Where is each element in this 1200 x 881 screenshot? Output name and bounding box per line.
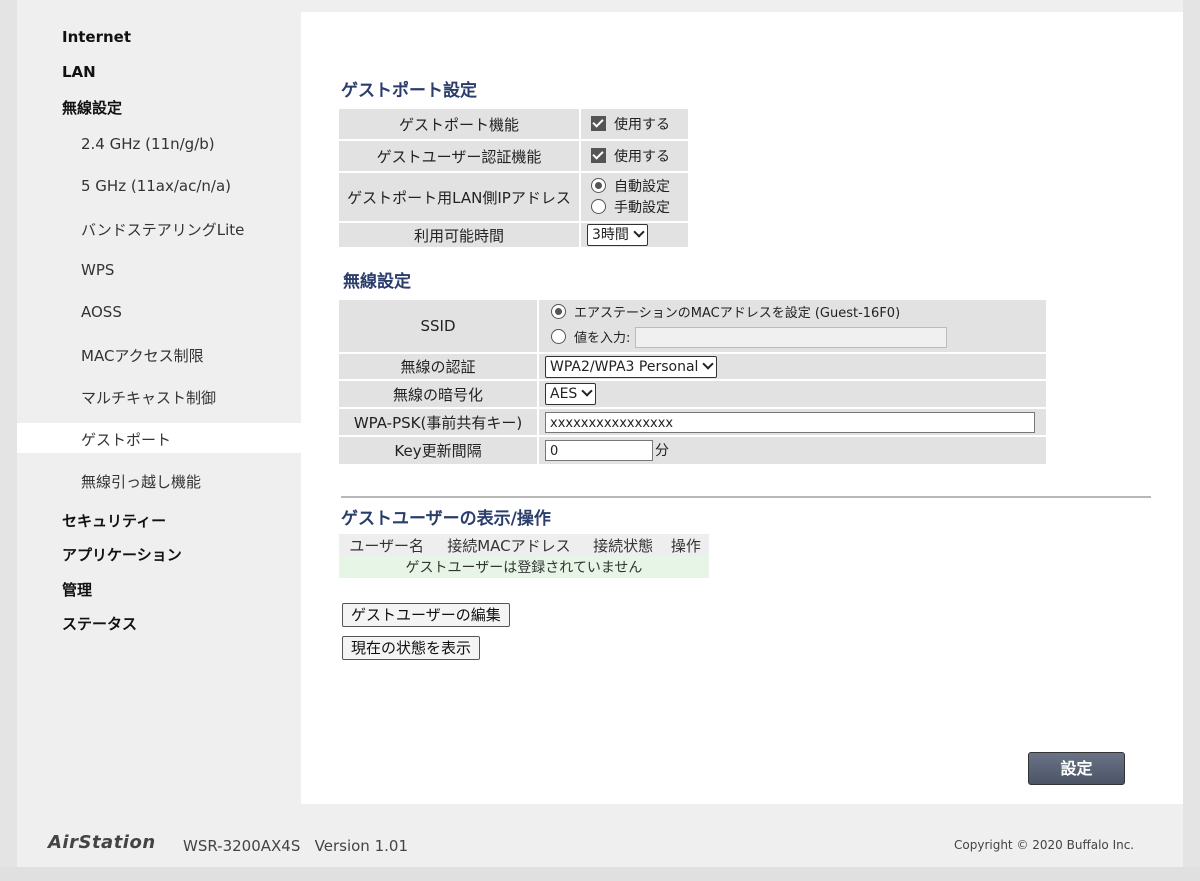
guest-auth-cell: 使用する <box>581 141 688 173</box>
guest-port-settings-table: ゲストポート機能 使用する ゲストユーザー認証機能 使用する ゲストポート用LA… <box>339 109 688 249</box>
sidebar-item-5ghz[interactable]: 5 GHz (11ax/ac/n/a) <box>81 177 231 195</box>
sidebar-item-security[interactable]: セキュリティー <box>62 510 166 531</box>
apply-settings-button[interactable]: 設定 <box>1028 752 1125 785</box>
sidebar-item-multicast[interactable]: マルチキャスト制御 <box>81 387 216 408</box>
wireless-auth-value: WPA2/WPA3 Personal <box>550 358 699 375</box>
guest-users-section-title: ゲストユーザーの表示/操作 <box>341 509 551 529</box>
main-panel: ゲストポート設定 ゲストポート機能 使用する ゲストユーザー認証機能 使用する … <box>301 12 1183 804</box>
sidebar-item-mac-access[interactable]: MACアクセス制限 <box>81 345 204 366</box>
wireless-encryption-value: AES <box>550 386 578 402</box>
available-time-cell: 3時間 <box>581 223 688 249</box>
sidebar-item-wireless[interactable]: 無線設定 <box>62 97 122 118</box>
sidebar-item-lan[interactable]: LAN <box>62 63 96 81</box>
guest-port-feature-cell: 使用する <box>581 109 688 141</box>
sidebar-item-internet[interactable]: Internet <box>62 28 131 46</box>
guest-auth-checkbox[interactable] <box>591 148 606 163</box>
ssid-cell: エアステーションのMACアドレスを設定 (Guest-16F0) 値を入力: <box>539 300 1046 354</box>
key-interval-label: Key更新間隔 <box>339 437 539 466</box>
guest-users-empty-message: ゲストユーザーは登録されていません <box>339 556 709 578</box>
column-header-status: 接続状態 <box>583 534 663 556</box>
section-divider <box>341 496 1151 498</box>
sidebar-item-admin[interactable]: 管理 <box>62 579 92 600</box>
psk-label: WPA-PSK(事前共有キー) <box>339 409 539 437</box>
sidebar-item-aoss[interactable]: AOSS <box>81 303 122 321</box>
guest-port-feature-checkbox[interactable] <box>591 116 606 131</box>
key-interval-unit: 分 <box>655 443 669 459</box>
psk-cell: xxxxxxxxxxxxxxxx <box>539 409 1046 437</box>
available-time-select[interactable]: 3時間 <box>587 224 648 246</box>
guest-ip-auto-radio[interactable] <box>591 178 606 193</box>
key-interval-input[interactable]: 0 <box>545 440 653 461</box>
wireless-settings-table: SSID エアステーションのMACアドレスを設定 (Guest-16F0) 値を… <box>339 300 1046 466</box>
column-header-mac: 接続MACアドレス <box>434 534 584 556</box>
chevron-down-icon <box>702 357 715 370</box>
guest-ip-cell: 自動設定 手動設定 <box>581 173 688 223</box>
guest-auth-label: ゲストユーザー認証機能 <box>339 141 581 173</box>
show-status-button[interactable]: 現在の状態を表示 <box>342 636 481 660</box>
copyright: Copyright © 2020 Buffalo Inc. <box>954 838 1135 852</box>
guest-users-table: ユーザー名 接続MACアドレス 接続状態 操作 ゲストユーザーは登録されていませ… <box>339 534 709 578</box>
sidebar-item-2-4ghz[interactable]: 2.4 GHz (11n/g/b) <box>81 135 215 153</box>
guest-port-feature-checkbox-label: 使用する <box>614 117 670 133</box>
sidebar-item-wireless-migration[interactable]: 無線引っ越し機能 <box>81 471 201 492</box>
guest-port-section-title: ゲストポート設定 <box>341 81 477 101</box>
sidebar-item-guest-port[interactable]: ゲストポート <box>81 429 171 450</box>
ssid-input-radio[interactable] <box>551 329 566 344</box>
guest-ip-manual-radio[interactable] <box>591 199 606 214</box>
airstation-logo: AirStation <box>48 832 156 853</box>
wireless-auth-select[interactable]: WPA2/WPA3 Personal <box>545 355 718 378</box>
guest-auth-checkbox-label: 使用する <box>614 149 670 165</box>
model-version: WSR-3200AX4S Version 1.01 <box>183 837 408 855</box>
psk-input[interactable]: xxxxxxxxxxxxxxxx <box>545 411 1035 433</box>
available-time-label: 利用可能時間 <box>339 223 581 249</box>
available-time-value: 3時間 <box>592 227 629 243</box>
column-header-username: ユーザー名 <box>339 534 435 556</box>
ssid-input-field[interactable] <box>635 327 948 348</box>
wireless-section-title: 無線設定 <box>343 272 411 292</box>
table-row: ゲストユーザーは登録されていません <box>339 556 709 578</box>
ssid-mac-option-label: エアステーションのMACアドレスを設定 (Guest-16F0) <box>574 306 901 321</box>
edit-guest-users-button[interactable]: ゲストユーザーの編集 <box>342 603 510 627</box>
guest-users-header-row: ユーザー名 接続MACアドレス 接続状態 操作 <box>339 534 709 556</box>
guest-ip-auto-label: 自動設定 <box>614 179 670 195</box>
column-header-action: 操作 <box>662 534 709 556</box>
wireless-encryption-select[interactable]: AES <box>545 383 597 405</box>
wireless-encryption-label: 無線の暗号化 <box>339 381 539 409</box>
sidebar-item-band-steering[interactable]: バンドステアリングLite <box>81 219 244 240</box>
guest-ip-label: ゲストポート用LAN側IPアドレス <box>339 173 581 223</box>
ssid-mac-radio[interactable] <box>551 304 566 319</box>
key-interval-cell: 0分 <box>539 437 1046 466</box>
guest-ip-manual-label: 手動設定 <box>614 200 670 216</box>
chevron-down-icon <box>633 226 645 238</box>
ssid-label: SSID <box>339 300 539 354</box>
sidebar-item-application[interactable]: アプリケーション <box>62 544 182 565</box>
sidebar-item-wps[interactable]: WPS <box>81 261 114 279</box>
wireless-encryption-cell: AES <box>539 381 1046 409</box>
wireless-auth-label: 無線の認証 <box>339 354 539 381</box>
chevron-down-icon <box>581 385 593 397</box>
wireless-auth-cell: WPA2/WPA3 Personal <box>539 354 1046 381</box>
ssid-input-option-label: 値を入力: <box>574 331 631 346</box>
sidebar-item-status[interactable]: ステータス <box>62 613 137 634</box>
guest-port-feature-label: ゲストポート機能 <box>339 109 581 141</box>
